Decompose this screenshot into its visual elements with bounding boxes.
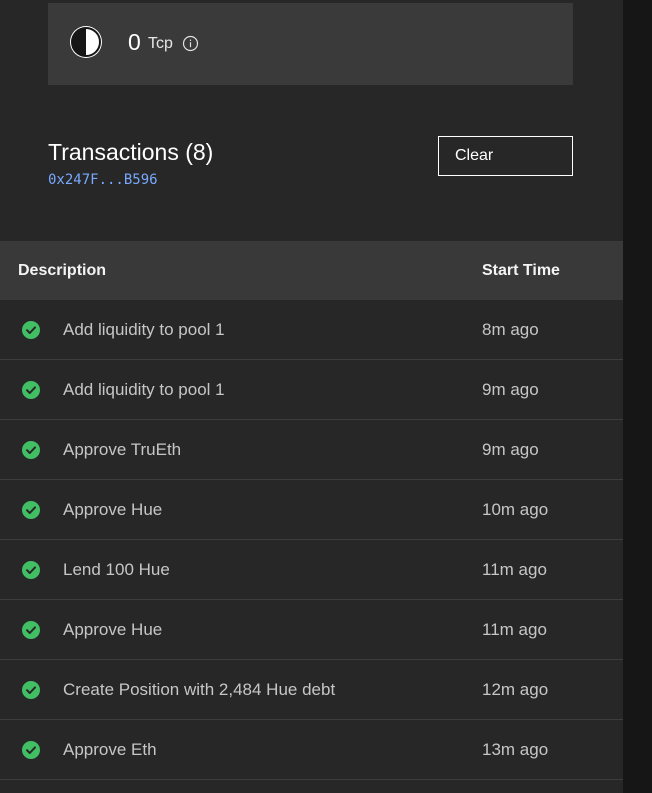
info-icon[interactable] [182, 35, 199, 52]
table-row[interactable]: Create Position with 2,484 Hue debt 12m a… [0, 660, 623, 720]
cell-description: Lend 100 Hue [63, 560, 170, 579]
cell-description: Approve Eth [63, 740, 157, 759]
cell-description: Add liquidity to pool 1 [63, 380, 225, 399]
wallet-address-link[interactable]: 0x247F...B596 [48, 171, 158, 189]
balance-unit: Tcp [148, 35, 173, 52]
table-row[interactable]: Approve Hue 10m ago [0, 480, 623, 540]
table-row[interactable]: Add liquidity to pool 1 8m ago [0, 300, 623, 360]
table-row[interactable]: Lend 100 Hue 11m ago [0, 540, 623, 600]
check-circle-icon [22, 741, 40, 759]
cell-start-time: 8m ago [482, 320, 539, 339]
transactions-title: Transactions (8) [48, 139, 214, 165]
scrollbar-gutter [623, 0, 652, 793]
check-circle-icon [22, 441, 40, 459]
half-moon-icon [70, 26, 102, 58]
check-circle-icon [22, 381, 40, 399]
cell-description: Approve TruEth [63, 440, 182, 459]
cell-description: Create Position with 2,484 Hue debt [63, 680, 336, 699]
balance-card: 0 Tcp [48, 3, 573, 85]
cell-description: Approve Hue [63, 620, 163, 639]
check-circle-icon [22, 561, 40, 579]
cell-description: Add liquidity to pool 1 [63, 320, 225, 339]
transactions-table: Description Start Time Add liquidity to … [0, 241, 623, 780]
cell-start-time: 11m ago [482, 620, 547, 639]
cell-start-time: 9m ago [482, 380, 539, 399]
check-circle-icon [22, 621, 40, 639]
cell-start-time: 11m ago [482, 560, 547, 579]
check-circle-icon [22, 321, 40, 339]
table-body: Add liquidity to pool 1 8m ago Add liquidi… [0, 300, 623, 780]
cell-start-time: 9m ago [482, 440, 539, 459]
cell-start-time: 10m ago [482, 500, 549, 519]
balance-amount: 0 [128, 29, 141, 55]
cell-start-time: 13m ago [482, 740, 549, 759]
table-header: Description Start Time [0, 241, 623, 300]
table-row[interactable]: Approve Eth 13m ago [0, 720, 623, 780]
column-header-start-time: Start Time [482, 262, 560, 279]
column-header-description: Description [18, 262, 107, 279]
cell-start-time: 12m ago [482, 680, 549, 699]
transactions-panel: 0 Tcp Transactions (8) 0x247F...B596 Cle… [0, 0, 623, 793]
table-row[interactable]: Add liquidity to pool 1 9m ago [0, 360, 623, 420]
check-circle-icon [22, 681, 40, 699]
table-row[interactable]: Approve TruEth 9m ago [0, 420, 623, 480]
table-row[interactable]: Approve Hue 11m ago [0, 600, 623, 660]
cell-description: Approve Hue [63, 500, 163, 519]
clear-button[interactable]: Clear [438, 136, 573, 176]
check-circle-icon [22, 501, 40, 519]
